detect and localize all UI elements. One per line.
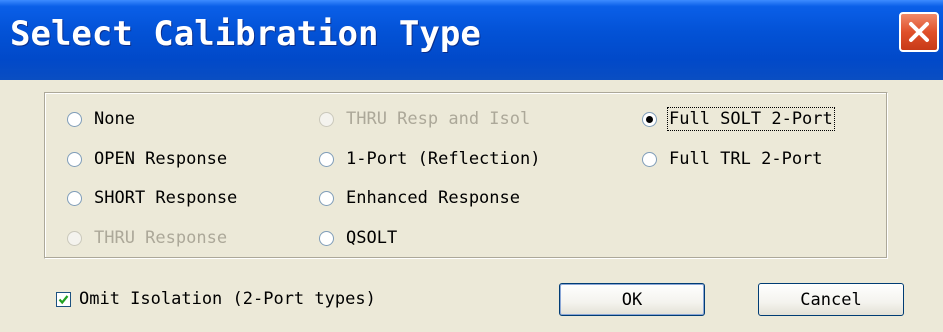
radio-button[interactable] — [67, 111, 82, 127]
radio-button — [319, 111, 334, 127]
option-label: THRU Resp and Isol — [346, 109, 531, 129]
ok-button[interactable]: OK — [559, 283, 705, 316]
option-thru-response: THRU Response — [67, 227, 227, 249]
radio-button[interactable] — [642, 151, 657, 167]
option-label: OPEN Response — [94, 149, 228, 169]
option-label: SHORT Response — [94, 188, 238, 208]
radio-button[interactable] — [67, 151, 82, 167]
option-full-solt-2-port[interactable]: Full SOLT 2-Port — [642, 107, 835, 131]
cancel-button[interactable]: Cancel — [758, 283, 904, 316]
checkbox-label: Omit Isolation (2-Port types) — [79, 289, 376, 309]
omit-isolation-checkbox[interactable]: Omit Isolation (2-Port types) — [56, 288, 376, 310]
option-qsolt[interactable]: QSOLT — [319, 227, 397, 249]
radio-button[interactable] — [67, 190, 82, 206]
window-title: Select Calibration Type — [10, 14, 481, 54]
option-open-response[interactable]: OPEN Response — [67, 148, 227, 170]
close-button[interactable] — [899, 12, 939, 52]
radio-button — [67, 230, 82, 246]
checkbox[interactable] — [56, 291, 71, 307]
option-label: Full TRL 2-Port — [669, 149, 823, 169]
option-short-response[interactable]: SHORT Response — [67, 187, 237, 209]
option-label: THRU Response — [94, 228, 228, 248]
option-thru-resp-and-isol: THRU Resp and Isol — [319, 108, 530, 130]
option-label: QSOLT — [346, 228, 398, 248]
radio-button[interactable] — [319, 230, 334, 246]
cancel-label: Cancel — [800, 289, 862, 310]
option-1-port-reflection[interactable]: 1-Port (Reflection) — [319, 148, 540, 170]
option-label: 1-Port (Reflection) — [346, 149, 541, 169]
radio-button-selected[interactable] — [642, 111, 657, 127]
option-label: Full SOLT 2-Port — [667, 107, 835, 131]
option-label: Enhanced Response — [346, 188, 520, 208]
option-label: None — [94, 109, 135, 129]
option-full-trl-2-port[interactable]: Full TRL 2-Port — [642, 148, 823, 170]
title-bar[interactable]: Select Calibration Type — [0, 0, 943, 80]
option-enhanced-response[interactable]: Enhanced Response — [319, 187, 520, 209]
radio-button[interactable] — [319, 151, 334, 167]
radio-button[interactable] — [319, 190, 334, 206]
ok-label: OK — [621, 289, 643, 310]
option-none[interactable]: None — [67, 108, 135, 130]
